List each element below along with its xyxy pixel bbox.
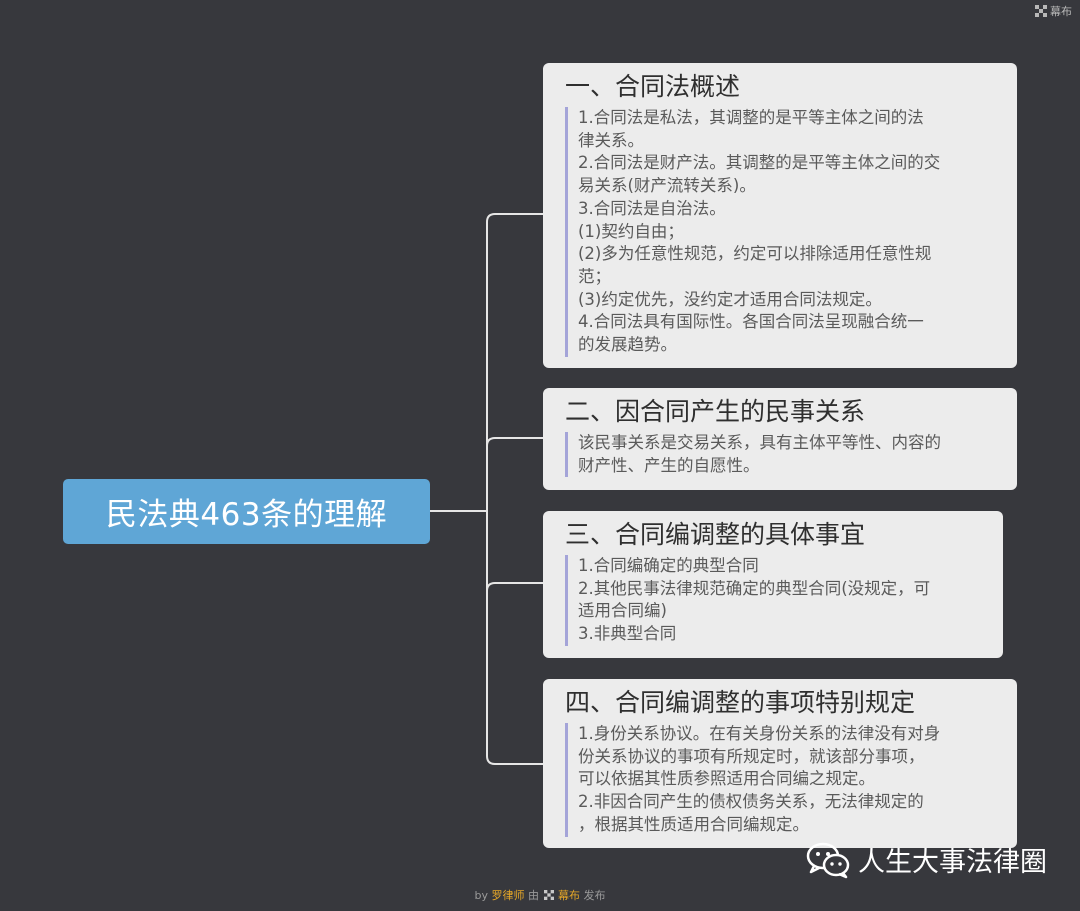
branch-node-4[interactable]: 四、合同编调整的事项特别规定 1.身份关系协议。在有关身份关系的法律没有对身 份… [543,679,1017,848]
branch-notes: 1.合同编确定的典型合同 2.其他民事法律规范确定的典型合同(没规定，可 适用合… [565,555,989,646]
note-line: (3)约定优先，没约定才适用合同法规定。 [578,289,882,309]
note-line: 的发展趋势。 [578,335,677,355]
branch-title: 三、合同编调整的具体事宜 [565,520,866,549]
note-line: 1.身份关系协议。在有关身份关系的法律没有对身 [578,724,941,743]
footer: by 罗律师 由 幕布 发布 [0,887,1080,903]
root-node[interactable]: 民法典463条的理解 [63,479,430,544]
note-line: 2.合同法是财产法。其调整的是平等主体之间的交 [578,153,941,173]
note-line: 份关系协议的事项有所规定时，就该部分事项， [578,746,925,766]
footer-via: 由 [528,889,539,902]
note-line: 1.合同法是私法，其调整的是平等主体之间的法 [578,108,924,127]
note-line: 可以依据其性质参照适用合同编之规定。 [578,769,875,789]
footer-published: 发布 [583,889,606,902]
branch-title: 二、因合同产生的民事关系 [565,397,866,426]
note-line: (2)多为任意性规范，约定可以排除适用任意性规 [578,244,932,264]
branch-title: 四、合同编调整的事项特别规定 [565,688,916,717]
branch-node-1[interactable]: 一、合同法概述 1.合同法是私法，其调整的是平等主体之间的法 律关系。 2.合同… [543,63,1017,368]
note-line: 4.合同法具有国际性。各国合同法呈现融合统一 [578,312,924,332]
branch-node-2[interactable]: 二、因合同产生的民事关系 该民事关系是交易关系，具有主体平等性、内容的 财产性、… [543,388,1017,490]
note-line: 该民事关系是交易关系，具有主体平等性、内容的 [578,433,941,452]
branch-node-3[interactable]: 三、合同编调整的具体事宜 1.合同编确定的典型合同 2.其他民事法律规范确定的典… [543,511,1003,658]
note-line: 范； [578,266,611,286]
branch-notes: 1.身份关系协议。在有关身份关系的法律没有对身 份关系协议的事项有所规定时，就该… [565,723,1003,837]
connector-branch-3 [486,582,543,592]
mubu-logo-icon [543,890,554,900]
note-line: 易关系(财产流转关系)。 [578,176,756,196]
note-line: (1)契约自由； [578,221,684,241]
note-line: 3.非典型合同 [578,624,677,644]
watermark: 人生大事法律圈 [806,840,1047,879]
branch-title: 一、合同法概述 [565,72,741,101]
root-title: 民法典463条的理解 [105,497,388,533]
watermark-text: 人生大事法律圈 [858,847,1047,878]
connector-branch-2 [486,437,543,447]
note-line: 3.合同法是自治法。 [578,198,726,218]
wechat-icon [806,842,850,878]
note-line: 1.合同编确定的典型合同 [578,556,759,575]
connector-trunk [486,213,543,765]
footer-by: by [474,889,489,902]
note-line: 2.其他民事法律规范确定的典型合同(没规定，可 [578,578,931,598]
branch-notes: 该民事关系是交易关系，具有主体平等性、内容的 财产性、产生的自愿性。 [565,432,1003,478]
note-line: 财产性、产生的自愿性。 [578,455,760,475]
branch-notes: 1.合同法是私法，其调整的是平等主体之间的法 律关系。 2.合同法是财产法。其调… [565,107,1003,357]
note-line: ，根据其性质适用合同编规定。 [578,814,809,834]
footer-platform-link[interactable]: 幕布 [558,889,580,902]
note-line: 律关系。 [578,130,644,150]
note-line: 适用合同编) [578,601,667,621]
note-line: 2.非因合同产生的债权债务关系，无法律规定的 [578,792,924,812]
footer-author-link[interactable]: 罗律师 [492,889,525,902]
